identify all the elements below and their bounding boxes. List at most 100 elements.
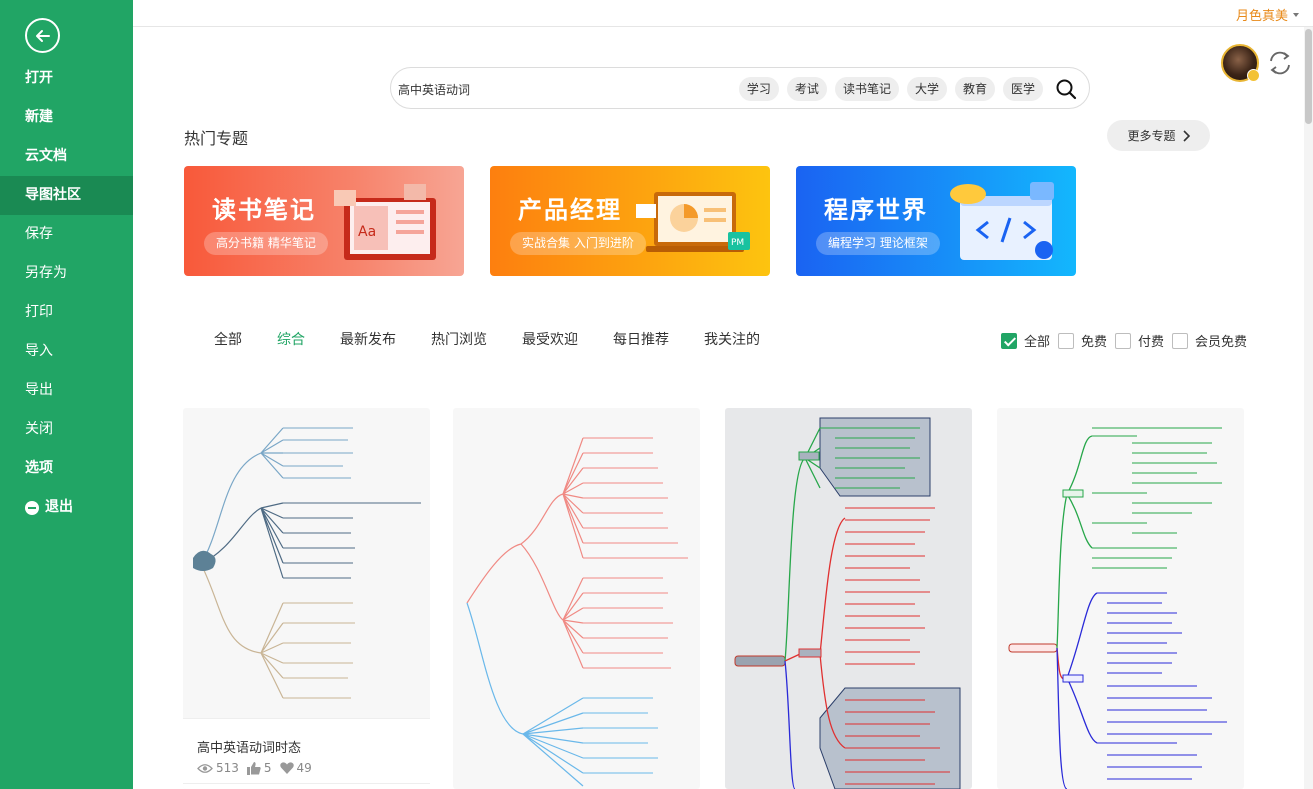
vip-badge-icon — [1247, 69, 1260, 82]
code-window-illustration-icon — [950, 182, 1054, 260]
sidebar-menu: 打开 新建 云文档 导图社区 保存 另存为 打印 导入 导出 关闭 选项 退出 — [0, 59, 133, 527]
filter-paid[interactable]: 付费 — [1115, 331, 1164, 350]
banner-product-manager[interactable]: 产品经理 实战合集 入门到进阶 PM — [490, 166, 770, 276]
scrollbar-thumb[interactable] — [1305, 29, 1312, 124]
filter-label: 付费 — [1138, 335, 1165, 350]
banner-subtitle: 实战合集 入门到进阶 — [510, 232, 646, 255]
more-topics-button[interactable]: 更多专题 — [1107, 120, 1210, 151]
mindmap-card[interactable] — [997, 408, 1244, 789]
menu-item-close[interactable]: 关闭 — [0, 410, 133, 449]
tab-following[interactable]: 我关注的 — [704, 330, 760, 350]
more-topics-label: 更多专题 — [1127, 129, 1176, 143]
banner-reading-notes[interactable]: 读书笔记 高分书籍 精华笔记 Aa — [184, 166, 464, 276]
hot-topics-title: 热门专题 — [184, 129, 249, 148]
tab-popular[interactable]: 最受欢迎 — [522, 330, 578, 350]
filter-free[interactable]: 免费 — [1058, 331, 1107, 350]
search-tag[interactable]: 教育 — [954, 77, 995, 101]
card-stats: 513 5 49 — [197, 761, 312, 775]
checkbox[interactable] — [1058, 332, 1075, 349]
search-tag[interactable]: 大学 — [906, 77, 947, 101]
checkbox[interactable] — [1172, 332, 1189, 349]
caret-down-icon — [1293, 12, 1299, 17]
likes-count: 5 — [263, 761, 272, 775]
sidebar: 打开 新建 云文档 导图社区 保存 另存为 打印 导入 导出 关闭 选项 退出 — [0, 0, 133, 789]
search-tag[interactable]: 学习 — [738, 77, 779, 101]
menu-item-new[interactable]: 新建 — [0, 98, 133, 137]
refresh-icon[interactable] — [1265, 48, 1295, 78]
menu-item-save[interactable]: 保存 — [0, 215, 133, 254]
avatar[interactable] — [1221, 44, 1260, 82]
menu-item-open[interactable]: 打开 — [0, 59, 133, 98]
views-stat: 513 — [197, 761, 239, 775]
search-tag[interactable]: 读书笔记 — [834, 77, 899, 101]
banner-subtitle: 高分书籍 精华笔记 — [204, 232, 328, 255]
search-input[interactable] — [398, 78, 718, 100]
views-count: 513 — [216, 761, 239, 775]
menu-item-save-as[interactable]: 另存为 — [0, 254, 133, 293]
menu-item-mindmap-community[interactable]: 导图社区 — [0, 176, 133, 215]
mindmap-card[interactable]: 高中英语动词时态 513 5 49 — [183, 408, 430, 789]
menu-item-label: 云文档 — [25, 148, 67, 164]
search-tag[interactable]: 医学 — [1002, 77, 1043, 101]
banner-title: 程序世界 — [824, 196, 928, 224]
favorites-count: 49 — [296, 761, 312, 775]
search-tags: 学习 考试 读书笔记 大学 教育 医学 — [738, 77, 1043, 101]
menu-item-cloud-docs[interactable]: 云文档 — [0, 137, 133, 176]
menu-item-label: 打印 — [25, 304, 53, 320]
menu-item-label: 打开 — [25, 70, 53, 86]
menu-item-label: 导图社区 — [25, 187, 81, 203]
banner-subtitle: 编程学习 理论框架 — [816, 232, 940, 255]
banner-programming-world[interactable]: 程序世界 编程学习 理论框架 — [796, 166, 1076, 276]
book-illustration-icon: Aa — [334, 184, 436, 260]
mindmap-card[interactable] — [725, 408, 972, 789]
thumbs-up-icon — [246, 761, 261, 775]
back-button[interactable] — [25, 18, 60, 53]
svg-text:PM: PM — [731, 238, 744, 248]
card-title[interactable]: 高中英语动词时态 — [197, 737, 301, 756]
tab-daily[interactable]: 每日推荐 — [613, 330, 669, 350]
menu-item-label: 关闭 — [25, 421, 53, 437]
branch-lines — [283, 427, 421, 699]
menu-item-print[interactable]: 打印 — [0, 293, 133, 332]
filter-all[interactable]: 全部 — [1001, 331, 1050, 350]
menu-item-import[interactable]: 导入 — [0, 332, 133, 371]
checkbox-checked[interactable] — [1001, 332, 1017, 349]
category-tabs: 全部 综合 最新发布 热门浏览 最受欢迎 每日推荐 我关注的 — [214, 330, 795, 350]
card-divider — [183, 783, 430, 784]
laptop-illustration-icon: PM — [636, 192, 750, 252]
menu-item-label: 另存为 — [25, 265, 67, 281]
minus-circle-icon — [25, 500, 39, 515]
chevron-right-icon — [1182, 129, 1190, 142]
tab-comprehensive[interactable]: 综合 — [277, 330, 305, 350]
search-tag[interactable]: 考试 — [786, 77, 827, 101]
checkbox[interactable] — [1115, 332, 1132, 349]
eye-icon — [197, 763, 213, 773]
tab-latest[interactable]: 最新发布 — [340, 330, 396, 350]
mindmap-thumbnail — [1008, 427, 1227, 789]
filter-label: 免费 — [1081, 335, 1108, 350]
app-window: 打开 新建 云文档 导图社区 保存 另存为 打印 导入 导出 关闭 选项 退出 … — [0, 0, 1313, 789]
scrollbar-track[interactable] — [1304, 27, 1313, 789]
menu-item-export[interactable]: 导出 — [0, 371, 133, 410]
favorites-stat[interactable]: 49 — [279, 761, 312, 775]
top-bar: 月色真美 — [133, 0, 1313, 27]
heart-icon — [279, 762, 294, 774]
filter-member-free[interactable]: 会员免费 — [1172, 331, 1247, 350]
mindmap-card[interactable] — [453, 408, 700, 789]
likes-stat[interactable]: 5 — [246, 761, 272, 775]
menu-item-exit[interactable]: 退出 — [0, 488, 133, 527]
menu-item-label: 退出 — [45, 499, 73, 515]
tab-all[interactable]: 全部 — [214, 330, 242, 350]
back-arrow-icon — [35, 29, 50, 42]
menu-item-label: 选项 — [25, 460, 53, 476]
banner-title: 读书笔记 — [212, 196, 316, 224]
menu-item-label: 导出 — [25, 382, 53, 398]
search-bar: 学习 考试 读书笔记 大学 教育 医学 — [390, 67, 1090, 109]
filter-label: 会员免费 — [1195, 335, 1248, 350]
menu-item-label: 导入 — [25, 343, 53, 359]
menu-item-label: 保存 — [25, 226, 53, 242]
search-icon[interactable] — [1055, 78, 1077, 100]
menu-item-options[interactable]: 选项 — [0, 449, 133, 488]
user-menu[interactable]: 月色真美 — [1236, 5, 1299, 24]
tab-hot[interactable]: 热门浏览 — [431, 330, 487, 350]
